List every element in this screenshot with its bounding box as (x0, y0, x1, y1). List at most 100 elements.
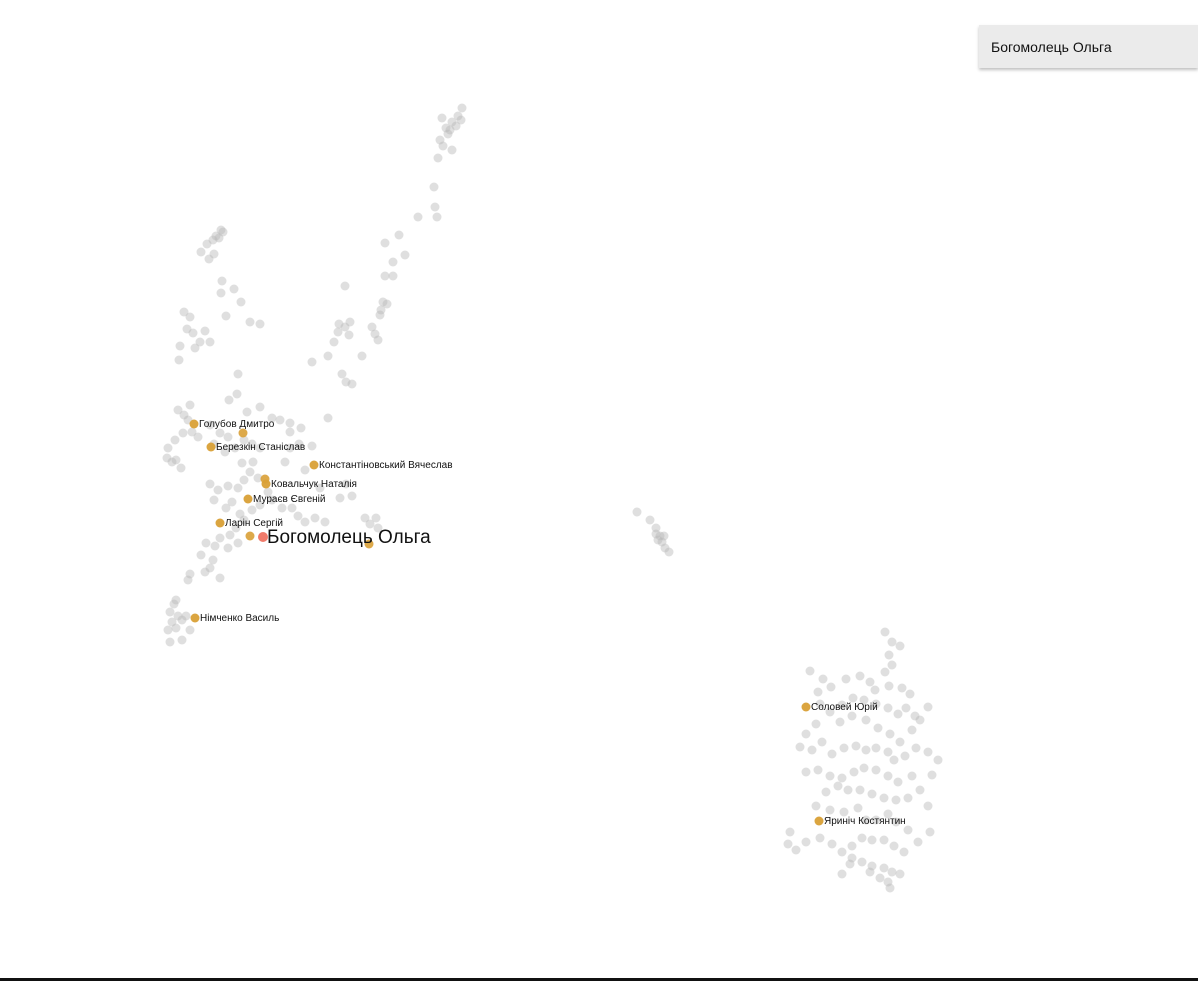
data-point[interactable] (837, 773, 847, 783)
data-point[interactable] (923, 801, 933, 811)
data-point[interactable] (811, 801, 821, 811)
data-point[interactable] (175, 341, 185, 351)
data-point[interactable] (373, 335, 383, 345)
data-point[interactable] (857, 833, 867, 843)
data-point[interactable] (181, 611, 191, 621)
data-point[interactable] (247, 505, 257, 515)
data-point[interactable] (900, 751, 910, 761)
data-point[interactable] (183, 575, 193, 585)
data-point[interactable] (205, 337, 215, 347)
data-point[interactable] (233, 483, 243, 493)
data-point[interactable] (805, 666, 815, 676)
data-point[interactable] (329, 337, 339, 347)
highlighted-point[interactable] (206, 442, 216, 452)
data-point[interactable] (837, 847, 847, 857)
data-point[interactable] (413, 212, 423, 222)
data-point[interactable] (232, 389, 242, 399)
data-point[interactable] (280, 457, 290, 467)
data-point[interactable] (887, 660, 897, 670)
data-point[interactable] (320, 517, 330, 527)
data-point[interactable] (307, 357, 317, 367)
data-point[interactable] (388, 257, 398, 267)
data-point[interactable] (163, 443, 173, 453)
data-point[interactable] (795, 742, 805, 752)
data-point[interactable] (879, 793, 889, 803)
data-point[interactable] (873, 723, 883, 733)
data-point[interactable] (865, 867, 875, 877)
data-point[interactable] (380, 271, 390, 281)
data-point[interactable] (825, 805, 835, 815)
data-point[interactable] (884, 650, 894, 660)
data-point[interactable] (248, 457, 258, 467)
data-point[interactable] (845, 859, 855, 869)
data-point[interactable] (169, 599, 179, 609)
data-point[interactable] (233, 538, 243, 548)
data-point[interactable] (221, 503, 231, 513)
data-point[interactable] (437, 113, 447, 123)
data-point[interactable] (245, 317, 255, 327)
data-point[interactable] (817, 737, 827, 747)
data-point[interactable] (323, 413, 333, 423)
data-point[interactable] (376, 305, 386, 315)
data-point[interactable] (456, 115, 466, 125)
data-point[interactable] (217, 276, 227, 286)
data-point[interactable] (215, 573, 225, 583)
data-point[interactable] (875, 873, 885, 883)
data-point[interactable] (895, 737, 905, 747)
data-point[interactable] (296, 423, 306, 433)
data-point[interactable] (340, 281, 350, 291)
data-point[interactable] (835, 717, 845, 727)
data-point[interactable] (651, 529, 661, 539)
data-point[interactable] (221, 311, 231, 321)
data-point[interactable] (871, 743, 881, 753)
data-point[interactable] (255, 402, 265, 412)
data-point[interactable] (167, 457, 177, 467)
data-point[interactable] (300, 517, 310, 527)
data-point[interactable] (801, 837, 811, 847)
data-point[interactable] (293, 511, 303, 521)
data-point[interactable] (865, 677, 875, 687)
data-point[interactable] (815, 833, 825, 843)
data-point[interactable] (915, 785, 925, 795)
data-point[interactable] (895, 641, 905, 651)
data-point[interactable] (811, 719, 821, 729)
data-point[interactable] (447, 145, 457, 155)
data-point[interactable] (196, 247, 206, 257)
data-point[interactable] (783, 839, 793, 849)
data-point[interactable] (209, 495, 219, 505)
data-point[interactable] (165, 607, 175, 617)
data-point[interactable] (178, 428, 188, 438)
data-point[interactable] (193, 432, 203, 442)
data-point[interactable] (347, 379, 357, 389)
data-point[interactable] (927, 770, 937, 780)
data-point[interactable] (857, 857, 867, 867)
data-point[interactable] (171, 623, 181, 633)
data-point[interactable] (223, 481, 233, 491)
data-point[interactable] (400, 250, 410, 260)
data-point[interactable] (438, 141, 448, 151)
data-point[interactable] (849, 767, 859, 777)
data-point[interactable] (345, 317, 355, 327)
data-point[interactable] (190, 343, 200, 353)
data-point[interactable] (887, 637, 897, 647)
data-point[interactable] (335, 493, 345, 503)
data-point[interactable] (915, 715, 925, 725)
data-point[interactable] (893, 709, 903, 719)
data-point[interactable] (237, 458, 247, 468)
highlighted-point[interactable] (309, 460, 319, 470)
data-point[interactable] (895, 869, 905, 879)
data-point[interactable] (632, 507, 642, 517)
data-point[interactable] (229, 284, 239, 294)
data-point[interactable] (889, 841, 899, 851)
data-point[interactable] (837, 869, 847, 879)
data-point[interactable] (239, 475, 249, 485)
data-point[interactable] (196, 550, 206, 560)
data-point[interactable] (300, 465, 310, 475)
data-point[interactable] (177, 635, 187, 645)
data-point[interactable] (907, 771, 917, 781)
data-point[interactable] (223, 543, 233, 553)
data-point[interactable] (813, 765, 823, 775)
data-point[interactable] (861, 715, 871, 725)
data-point[interactable] (821, 787, 831, 797)
search-input[interactable] (991, 38, 1186, 55)
